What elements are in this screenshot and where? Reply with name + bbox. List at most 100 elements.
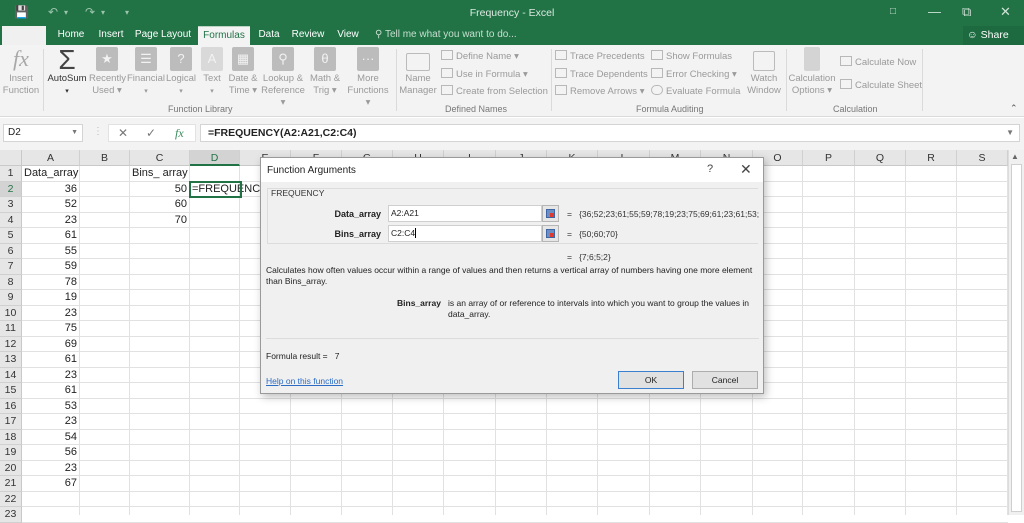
- cell-a10[interactable]: 23: [24, 306, 80, 322]
- column-header-d[interactable]: D: [190, 150, 240, 166]
- tab-page-layout[interactable]: Page Layout: [132, 26, 194, 45]
- chevron-down-icon[interactable]: ▼: [71, 125, 78, 141]
- cell-a6[interactable]: 55: [24, 244, 80, 260]
- cell-a18[interactable]: 54: [24, 430, 80, 446]
- help-on-function-link[interactable]: Help on this function: [266, 376, 343, 386]
- row-header-8[interactable]: 8: [0, 274, 22, 290]
- scrollbar-thumb[interactable]: [1011, 164, 1022, 512]
- text-functions-button[interactable]: A Text ▾: [200, 47, 224, 98]
- row-header-16[interactable]: 16: [0, 398, 22, 414]
- trace-dependents-button[interactable]: Trace Dependents: [555, 68, 648, 80]
- tab-formulas[interactable]: Formulas: [198, 26, 250, 45]
- row-header-14[interactable]: 14: [0, 367, 22, 383]
- row-header-6[interactable]: 6: [0, 243, 22, 259]
- cell-a19[interactable]: 56: [24, 445, 80, 461]
- scroll-up-icon[interactable]: ▲: [1011, 152, 1019, 161]
- cell-c4[interactable]: 70: [132, 213, 190, 229]
- cell-a7[interactable]: 59: [24, 259, 80, 275]
- cell-a12[interactable]: 69: [24, 337, 80, 353]
- column-header-p[interactable]: P: [803, 150, 855, 166]
- tab-review[interactable]: Review: [289, 26, 327, 45]
- cell-a14[interactable]: 23: [24, 368, 80, 384]
- cell-a1[interactable]: Data_array: [24, 166, 78, 182]
- use-in-formula-button[interactable]: Use in Formula ▾: [441, 68, 528, 80]
- resize-handle-icon[interactable]: ⋮: [93, 126, 103, 137]
- show-formulas-button[interactable]: Show Formulas: [651, 50, 732, 62]
- cell-a5[interactable]: 61: [24, 228, 80, 244]
- bins-array-input[interactable]: C2:C4​: [388, 225, 542, 242]
- cell-a3[interactable]: 52: [24, 197, 80, 213]
- more-functions-button[interactable]: ··· More Functions ▾: [344, 47, 392, 109]
- row-header-1[interactable]: 1: [0, 166, 22, 182]
- calculate-sheet-button[interactable]: Calculate Sheet: [840, 79, 922, 91]
- tab-data[interactable]: Data: [254, 26, 284, 45]
- column-header-b[interactable]: B: [80, 150, 130, 166]
- insert-function-button[interactable]: fx Insert Function: [2, 47, 40, 97]
- math-trig-button[interactable]: θ Math & Trig ▾: [309, 47, 341, 97]
- share-button[interactable]: ☺ Share: [963, 26, 1024, 45]
- cell-a15[interactable]: 61: [24, 383, 80, 399]
- data-array-input[interactable]: A2:A21: [388, 205, 542, 222]
- collapse-ribbon-icon[interactable]: ⌃: [1010, 103, 1018, 114]
- expand-formula-icon[interactable]: ▼: [1006, 125, 1014, 141]
- minimize-icon[interactable]: —: [928, 4, 941, 19]
- cell-a9[interactable]: 19: [24, 290, 80, 306]
- tab-insert[interactable]: Insert: [94, 26, 128, 45]
- define-name-button[interactable]: Define Name ▾: [441, 50, 519, 62]
- tab-file[interactable]: File: [2, 26, 46, 45]
- collapse-dialog-button-data-array[interactable]: [542, 205, 559, 222]
- cell-a21[interactable]: 67: [24, 476, 80, 492]
- row-header-19[interactable]: 19: [0, 445, 22, 461]
- column-header-r[interactable]: R: [906, 150, 957, 166]
- dialog-title-bar[interactable]: Function Arguments ? ✕: [261, 158, 763, 182]
- row-header-22[interactable]: 22: [0, 491, 22, 507]
- name-manager-button[interactable]: Name Manager: [398, 47, 438, 97]
- row-header-4[interactable]: 4: [0, 212, 22, 228]
- row-header-15[interactable]: 15: [0, 383, 22, 399]
- recently-used-button[interactable]: ★ Recently Used ▾: [89, 47, 126, 97]
- cell-c1[interactable]: Bins_ array: [132, 166, 188, 182]
- evaluate-formula-button[interactable]: Evaluate Formula: [651, 85, 740, 97]
- ok-button[interactable]: OK: [618, 371, 684, 389]
- row-header-9[interactable]: 9: [0, 290, 22, 306]
- remove-arrows-button[interactable]: Remove Arrows ▾: [555, 85, 644, 97]
- cell-c3[interactable]: 60: [132, 197, 190, 213]
- restore-icon[interactable]: ⧉: [962, 4, 971, 20]
- row-header-17[interactable]: 17: [0, 414, 22, 430]
- tell-me-search[interactable]: ⚲ Tell me what you want to do...: [375, 26, 517, 44]
- cell-a8[interactable]: 78: [24, 275, 80, 291]
- close-icon[interactable]: ✕: [740, 161, 752, 178]
- cell-a13[interactable]: 61: [24, 352, 80, 368]
- name-box[interactable]: D2 ▼: [3, 124, 83, 142]
- cell-a4[interactable]: 23: [24, 213, 80, 229]
- column-header-a[interactable]: A: [22, 150, 80, 166]
- insert-function-fx-icon[interactable]: fx: [175, 126, 184, 141]
- column-header-q[interactable]: Q: [855, 150, 906, 166]
- watch-window-button[interactable]: Watch Window: [745, 47, 783, 97]
- create-from-selection-button[interactable]: Create from Selection: [441, 85, 548, 97]
- row-header-5[interactable]: 5: [0, 228, 22, 244]
- financial-button[interactable]: ☰ Financial ▾: [127, 47, 165, 98]
- tab-home[interactable]: Home: [52, 26, 90, 45]
- row-header-11[interactable]: 11: [0, 321, 22, 337]
- vertical-scrollbar[interactable]: ▲: [1008, 150, 1024, 515]
- row-header-7[interactable]: 7: [0, 259, 22, 275]
- lookup-reference-button[interactable]: ⚲ Lookup & Reference ▾: [261, 47, 305, 109]
- row-header-13[interactable]: 13: [0, 352, 22, 368]
- cell-c2[interactable]: 50: [132, 182, 190, 198]
- row-header-21[interactable]: 21: [0, 476, 22, 492]
- date-time-button[interactable]: ▦ Date & Time ▾: [227, 47, 259, 97]
- calculate-now-button[interactable]: Calculate Now: [840, 56, 916, 68]
- cancel-button[interactable]: Cancel: [692, 371, 758, 389]
- ribbon-display-options-icon[interactable]: □: [890, 6, 896, 17]
- cancel-icon[interactable]: ✕: [118, 126, 128, 140]
- cell-a2[interactable]: 36: [24, 182, 80, 198]
- row-header-10[interactable]: 10: [0, 305, 22, 321]
- help-icon[interactable]: ?: [707, 163, 713, 175]
- cell-a16[interactable]: 53: [24, 399, 80, 415]
- column-header-s[interactable]: S: [957, 150, 1008, 166]
- autosum-button[interactable]: Σ AutoSum ▾: [46, 46, 88, 98]
- cell-a11[interactable]: 75: [24, 321, 80, 337]
- column-header-c[interactable]: C: [130, 150, 190, 166]
- collapse-dialog-button-bins-array[interactable]: [542, 225, 559, 242]
